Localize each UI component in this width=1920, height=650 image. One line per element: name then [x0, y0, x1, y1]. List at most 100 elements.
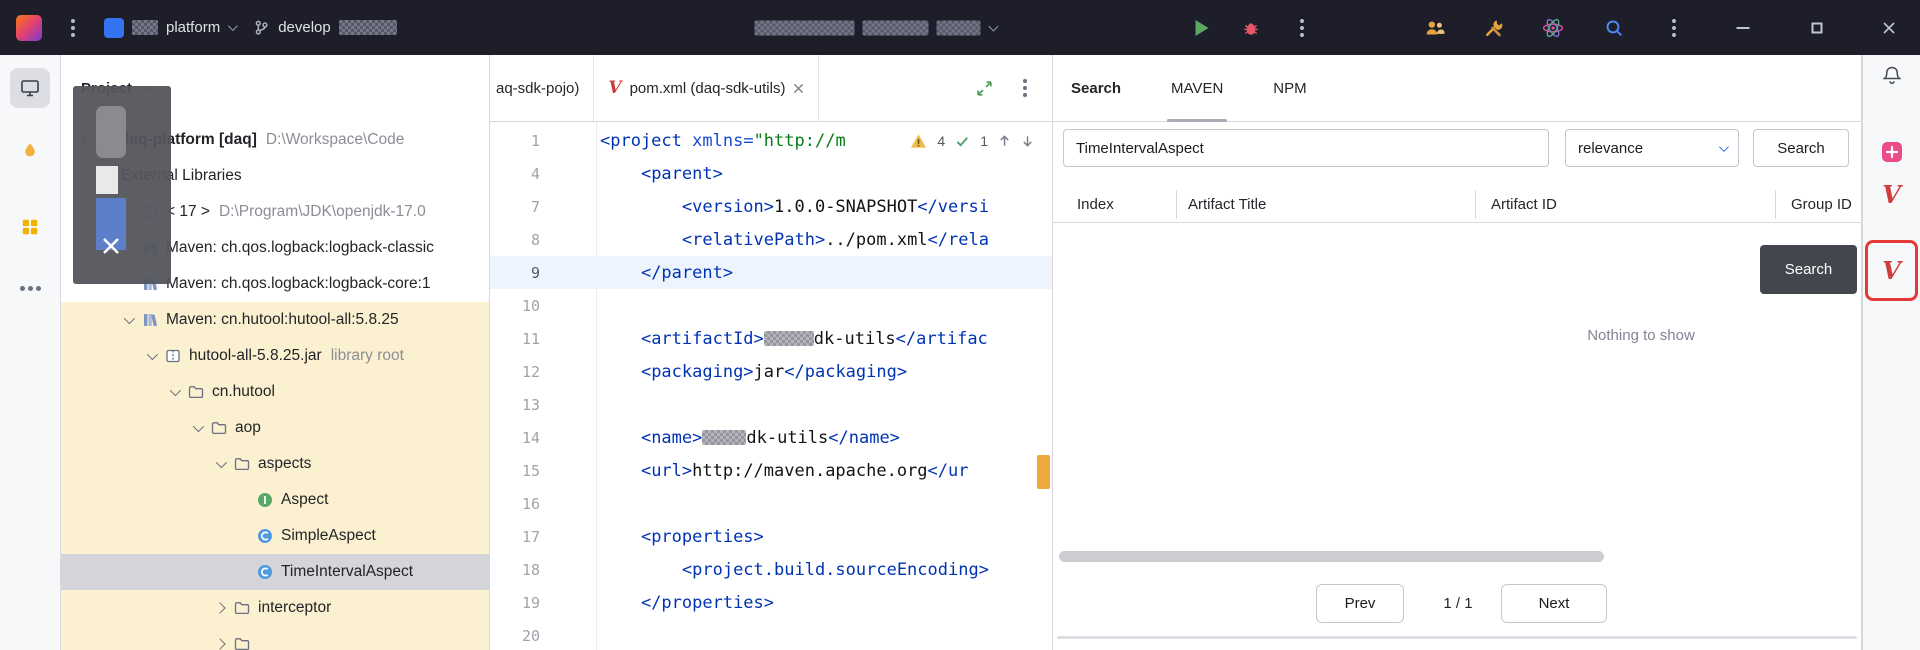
- tree-item[interactable]: aop: [61, 410, 489, 446]
- tree-item[interactable]: [61, 626, 489, 650]
- overlay-close-icon[interactable]: [99, 234, 123, 258]
- tree-item-label: hutool-all-5.8.25.jar: [189, 347, 322, 364]
- branch-selector[interactable]: develop: [253, 19, 397, 36]
- close-tab-icon[interactable]: [793, 83, 804, 94]
- project-selector[interactable]: platform: [104, 17, 239, 38]
- tree-item[interactable]: aspects: [61, 446, 489, 482]
- tree-item[interactable]: TimeIntervalAspect: [61, 554, 489, 590]
- results-table-header: Index Artifact Title Artifact ID Group I…: [1053, 186, 1861, 223]
- column-group-id[interactable]: Group ID: [1791, 186, 1852, 223]
- titlebar: platform develop: [0, 0, 1920, 55]
- bottom-scrollbar[interactable]: [1057, 636, 1857, 639]
- arrow-down-icon[interactable]: [1021, 134, 1034, 148]
- tree-item[interactable]: hutool-all-5.8.25.jar library root: [61, 338, 489, 374]
- window-menu-icon[interactable]: [1661, 15, 1687, 41]
- maximize-button[interactable]: [1811, 22, 1823, 33]
- code-line[interactable]: 7 <version>1.0.0-SNAPSHOT</versi: [490, 190, 1052, 223]
- more-tool-windows-button[interactable]: [10, 268, 50, 308]
- code-line[interactable]: 13: [490, 388, 1052, 421]
- code-line[interactable]: 17 <properties>: [490, 520, 1052, 553]
- code-line[interactable]: 12 <packaging>jar</packaging>: [490, 355, 1052, 388]
- tab-maven[interactable]: MAVEN: [1167, 55, 1228, 122]
- notifications-button[interactable]: [1875, 58, 1909, 92]
- chevron-down-icon[interactable]: [163, 384, 185, 397]
- editor-tab-partial[interactable]: aq-sdk-pojo): [490, 55, 595, 121]
- code-line[interactable]: 4 <parent>: [490, 157, 1052, 190]
- search-input[interactable]: [1063, 129, 1549, 167]
- arrow-up-icon[interactable]: [998, 134, 1011, 148]
- chevron-down-icon[interactable]: [140, 348, 162, 361]
- minimize-button[interactable]: [1736, 26, 1750, 29]
- project-tool-button[interactable]: [10, 68, 50, 108]
- chevron-down-icon[interactable]: [117, 312, 139, 325]
- tab-npm[interactable]: NPM: [1273, 55, 1306, 122]
- tree-item[interactable]: SimpleAspect: [61, 518, 489, 554]
- more-run-actions-icon[interactable]: [1289, 15, 1315, 41]
- tree-item[interactable]: cn.hutool: [61, 374, 489, 410]
- inspections-widget[interactable]: 4 1: [902, 127, 1042, 155]
- chevron-down-icon[interactable]: [186, 420, 208, 433]
- editor-tab-active[interactable]: V pom.xml (daq-sdk-utils): [594, 55, 820, 121]
- code-line[interactable]: 9 </parent>: [490, 256, 1052, 289]
- debug-button[interactable]: [1242, 18, 1261, 37]
- main-menu-icon[interactable]: [60, 15, 86, 41]
- code-line[interactable]: 16: [490, 487, 1052, 520]
- chevron-down-icon[interactable]: [209, 456, 231, 469]
- commit-tool-button[interactable]: [10, 131, 50, 171]
- code-line[interactable]: 20: [490, 619, 1052, 650]
- jar-icon: [162, 347, 184, 365]
- column-artifact-title[interactable]: Artifact Title: [1188, 186, 1266, 223]
- code-line[interactable]: 18 <project.build.sourceEncoding>: [490, 553, 1052, 586]
- code-line[interactable]: 15 <url>http://maven.apache.org</ur: [490, 454, 1052, 487]
- code-line[interactable]: 11 <artifactId> dk-utils</artifac: [490, 322, 1052, 355]
- column-artifact-id[interactable]: Artifact ID: [1491, 186, 1557, 223]
- line-number: 18: [521, 560, 540, 579]
- next-page-button[interactable]: Next: [1501, 584, 1607, 623]
- atom-icon: [1542, 18, 1564, 37]
- maven-v-icon: V: [1882, 179, 1901, 209]
- plugins-button[interactable]: [1542, 16, 1565, 39]
- ide-window: platform develop daq-platform [daq] D:\W…: [0, 0, 1920, 650]
- tree-item[interactable]: interceptor: [61, 590, 489, 626]
- sort-select[interactable]: relevance: [1565, 129, 1739, 167]
- prev-page-button[interactable]: Prev: [1316, 584, 1404, 623]
- horizontal-scrollbar[interactable]: [1059, 551, 1604, 562]
- plugin-tool-button[interactable]: [1875, 135, 1909, 169]
- search-everywhere-button[interactable]: [1604, 17, 1625, 38]
- run-button[interactable]: [1195, 19, 1209, 36]
- run-configuration-selector[interactable]: [754, 20, 999, 35]
- code-text: <name> dk-utils</name>: [640, 427, 900, 448]
- redacted-code: [702, 430, 747, 445]
- project-name: platform: [166, 19, 221, 36]
- editor-code[interactable]: 1 <project xmlns="http://m 4 <parent> 7 <ve…: [490, 122, 1052, 650]
- tools-button[interactable]: [1484, 17, 1505, 38]
- structure-icon: [22, 219, 38, 235]
- tree-item-label: aspects: [258, 455, 312, 472]
- code-line[interactable]: 8 <relativePath>../pom.xml</rela: [490, 223, 1052, 256]
- tree-item-label: TimeIntervalAspect: [281, 563, 414, 580]
- column-index[interactable]: Index: [1077, 186, 1114, 223]
- close-button[interactable]: [1882, 21, 1896, 35]
- code-line[interactable]: 10: [490, 289, 1052, 322]
- code-line[interactable]: 19 </properties>: [490, 586, 1052, 619]
- editor-options-icon[interactable]: [1012, 75, 1038, 101]
- chevron-right-icon[interactable]: [209, 602, 231, 614]
- line-number: 15: [521, 461, 540, 480]
- editor-tab-label: pom.xml (daq-sdk-utils): [629, 79, 786, 97]
- tree-item[interactable]: Maven: cn.hutool:hutool-all:5.8.25: [61, 302, 489, 338]
- line-number: 9: [530, 263, 540, 282]
- search-button[interactable]: Search: [1753, 129, 1849, 167]
- maven-v-tool-button[interactable]: V: [1875, 177, 1909, 211]
- code-text: </properties>: [640, 592, 775, 613]
- expand-editor-icon[interactable]: [975, 79, 994, 98]
- git-branch-icon: [255, 20, 268, 35]
- chevron-right-icon[interactable]: [209, 638, 231, 650]
- droplet-icon: [25, 143, 35, 157]
- code-text: <parent>: [640, 163, 723, 184]
- empty-results-text: Nothing to show: [1587, 327, 1695, 344]
- code-line[interactable]: 14 <name> dk-utils</name>: [490, 421, 1052, 454]
- package-icon: [208, 419, 230, 437]
- structure-tool-button[interactable]: [10, 207, 50, 247]
- tree-item[interactable]: Aspect: [61, 482, 489, 518]
- code-with-me-button[interactable]: [1425, 17, 1446, 38]
